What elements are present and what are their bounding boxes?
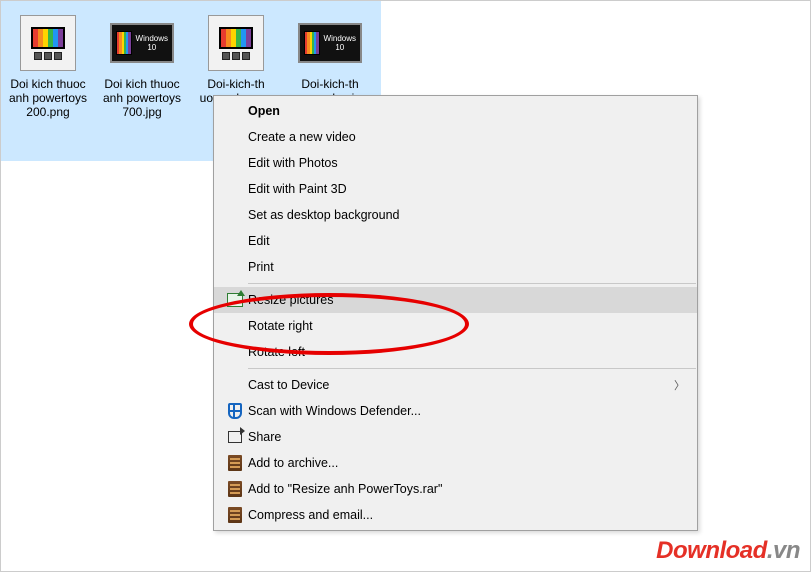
watermark-suffix: .vn (767, 537, 800, 564)
menu-rotate-left[interactable]: Rotate left (214, 339, 697, 365)
menu-edit[interactable]: Edit (214, 228, 697, 254)
menu-set-desktop-bg[interactable]: Set as desktop background (214, 202, 697, 228)
share-icon (222, 431, 248, 443)
menu-label: Resize pictures (248, 293, 685, 307)
menu-resize-pictures[interactable]: Resize pictures (214, 287, 697, 313)
menu-open[interactable]: Open (214, 98, 697, 124)
menu-share[interactable]: Share (214, 424, 697, 450)
menu-scan-defender[interactable]: Scan with Windows Defender... (214, 398, 697, 424)
menu-label: Cast to Device (248, 378, 674, 392)
menu-edit-photos[interactable]: Edit with Photos (214, 150, 697, 176)
menu-label: Add to archive... (248, 456, 685, 470)
submenu-arrow-icon: 〉 (674, 377, 685, 393)
menu-label: Edit with Paint 3D (248, 182, 685, 196)
menu-cast-to-device[interactable]: Cast to Device 〉 (214, 372, 697, 398)
archive-icon (222, 507, 248, 523)
watermark-text: Download (656, 537, 767, 564)
menu-add-to-named-archive[interactable]: Add to "Resize anh PowerToys.rar" (214, 476, 697, 502)
menu-label: Create a new video (248, 130, 685, 144)
file-thumb (192, 9, 280, 77)
menu-add-to-archive[interactable]: Add to archive... (214, 450, 697, 476)
menu-label: Scan with Windows Defender... (248, 404, 685, 418)
menu-compress-email[interactable]: Compress and email... (214, 502, 697, 528)
menu-label: Edit with Photos (248, 156, 685, 170)
image-app-icon (20, 15, 76, 71)
menu-separator (248, 283, 696, 284)
file-item[interactable]: Windows10 Doi kich thuoc anh powertoys 7… (96, 5, 188, 161)
file-thumb: Windows10 (286, 9, 374, 77)
shield-icon (222, 403, 248, 419)
menu-separator (248, 368, 696, 369)
archive-icon (222, 481, 248, 497)
menu-edit-paint3d[interactable]: Edit with Paint 3D (214, 176, 697, 202)
windows10-thumb-icon: Windows10 (298, 23, 362, 63)
menu-label: Open (248, 104, 685, 118)
menu-label: Set as desktop background (248, 208, 685, 222)
menu-label: Rotate left (248, 345, 685, 359)
menu-label: Rotate right (248, 319, 685, 333)
resize-icon (222, 293, 248, 307)
file-label: Doi kich thuoc anh powertoys 700.jpg (98, 77, 186, 119)
file-label: Doi kich thuoc anh powertoys 200.png (4, 77, 92, 119)
file-item[interactable]: Doi kich thuoc anh powertoys 200.png (2, 5, 94, 161)
archive-icon (222, 455, 248, 471)
context-menu: Open Create a new video Edit with Photos… (213, 95, 698, 531)
menu-label: Share (248, 430, 685, 444)
menu-create-video[interactable]: Create a new video (214, 124, 697, 150)
windows10-thumb-icon: Windows10 (110, 23, 174, 63)
file-thumb (4, 9, 92, 77)
menu-label: Print (248, 260, 685, 274)
menu-label: Add to "Resize anh PowerToys.rar" (248, 482, 685, 496)
menu-print[interactable]: Print (214, 254, 697, 280)
image-app-icon (208, 15, 264, 71)
menu-rotate-right[interactable]: Rotate right (214, 313, 697, 339)
watermark-logo: Download.vn (656, 537, 800, 565)
file-thumb: Windows10 (98, 9, 186, 77)
menu-label: Edit (248, 234, 685, 248)
menu-label: Compress and email... (248, 508, 685, 522)
